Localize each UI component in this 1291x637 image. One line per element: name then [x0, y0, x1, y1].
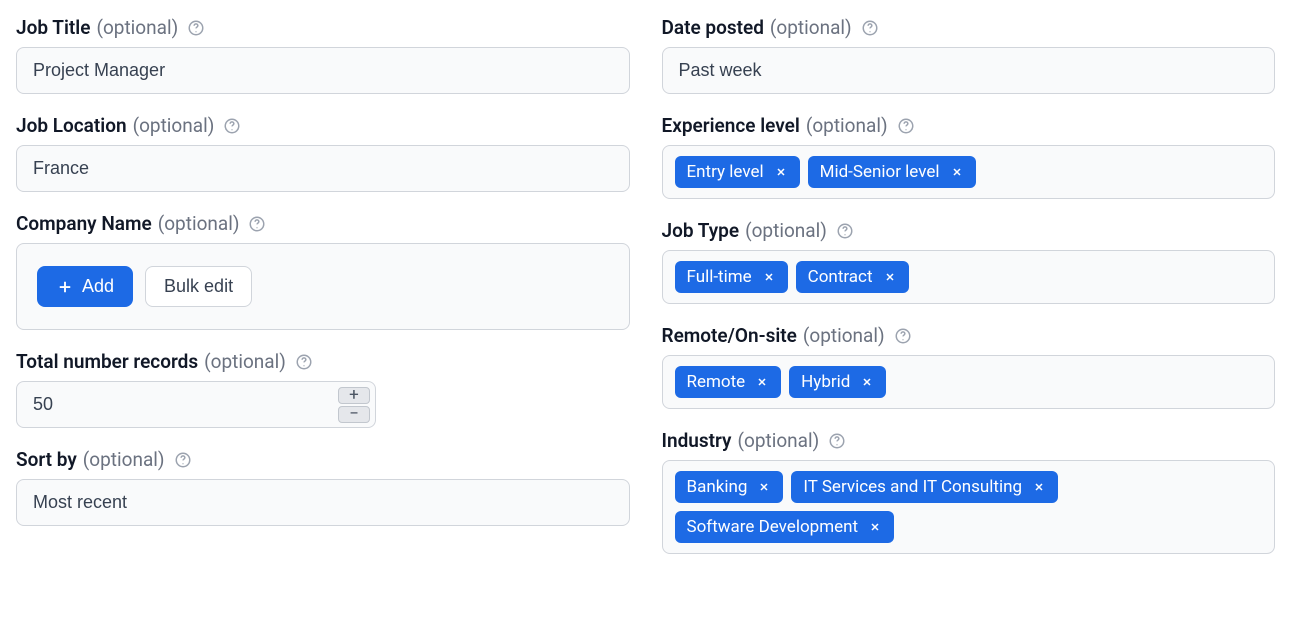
close-icon[interactable]	[950, 165, 964, 179]
bulk-edit-button[interactable]: Bulk edit	[145, 266, 252, 307]
help-icon[interactable]	[893, 326, 913, 346]
tag[interactable]: Remote	[675, 366, 782, 398]
optional-experience-level: (optional)	[806, 114, 888, 137]
field-job-location: Job Location (optional)	[16, 114, 630, 192]
tag[interactable]: Hybrid	[789, 366, 886, 398]
help-icon[interactable]	[827, 431, 847, 451]
total-records-input[interactable]	[16, 381, 376, 428]
help-icon[interactable]	[860, 18, 880, 38]
tag[interactable]: Banking	[675, 471, 784, 503]
label-job-type: Job Type	[662, 219, 740, 242]
tag[interactable]: IT Services and IT Consulting	[791, 471, 1058, 503]
tag-label: Full-time	[687, 267, 752, 287]
label-job-location: Job Location	[16, 114, 127, 137]
tag-label: Mid-Senior level	[820, 162, 940, 182]
label-experience-level: Experience level	[662, 114, 800, 137]
optional-remote-onsite: (optional)	[803, 324, 885, 347]
close-icon[interactable]	[1032, 480, 1046, 494]
field-sort-by: Sort by (optional)	[16, 448, 630, 526]
field-company-name: Company Name (optional) Add Bulk edit	[16, 212, 630, 330]
help-icon[interactable]	[247, 214, 267, 234]
field-job-type: Job Type (optional) Full-time Contract	[662, 219, 1276, 304]
optional-sort-by: (optional)	[83, 448, 165, 471]
close-icon[interactable]	[868, 520, 882, 534]
tag[interactable]: Full-time	[675, 261, 788, 293]
add-button[interactable]: Add	[37, 266, 133, 307]
experience-level-tags[interactable]: Entry level Mid-Senior level	[662, 145, 1276, 199]
stepper-down[interactable]: −	[338, 406, 370, 423]
optional-job-location: (optional)	[133, 114, 215, 137]
tag-label: IT Services and IT Consulting	[803, 477, 1022, 497]
field-job-title: Job Title (optional)	[16, 16, 630, 94]
job-title-input[interactable]	[16, 47, 630, 94]
job-location-input[interactable]	[16, 145, 630, 192]
label-sort-by: Sort by	[16, 448, 77, 471]
field-total-records: Total number records (optional) + −	[16, 350, 630, 428]
industry-tags[interactable]: Banking IT Services and IT Consulting Soft…	[662, 460, 1276, 554]
close-icon[interactable]	[757, 480, 771, 494]
tag-label: Entry level	[687, 162, 764, 182]
optional-total-records: (optional)	[204, 350, 286, 373]
field-remote-onsite: Remote/On-site (optional) Remote Hybrid	[662, 324, 1276, 409]
add-button-label: Add	[82, 276, 114, 297]
close-icon[interactable]	[762, 270, 776, 284]
help-icon[interactable]	[835, 221, 855, 241]
help-icon[interactable]	[222, 116, 242, 136]
close-icon[interactable]	[860, 375, 874, 389]
help-icon[interactable]	[294, 352, 314, 372]
optional-job-type: (optional)	[745, 219, 827, 242]
job-type-tags[interactable]: Full-time Contract	[662, 250, 1276, 304]
field-date-posted: Date posted (optional)	[662, 16, 1276, 94]
label-remote-onsite: Remote/On-site	[662, 324, 797, 347]
tag-label: Software Development	[687, 517, 859, 537]
remote-onsite-tags[interactable]: Remote Hybrid	[662, 355, 1276, 409]
tag-label: Remote	[687, 372, 746, 392]
help-icon[interactable]	[173, 450, 193, 470]
tag-label: Contract	[808, 267, 873, 287]
close-icon[interactable]	[883, 270, 897, 284]
optional-job-title: (optional)	[96, 16, 178, 39]
close-icon[interactable]	[774, 165, 788, 179]
company-name-box: Add Bulk edit	[16, 243, 630, 330]
tag[interactable]: Mid-Senior level	[808, 156, 976, 188]
optional-industry: (optional)	[737, 429, 819, 452]
label-job-title: Job Title	[16, 16, 90, 39]
tag[interactable]: Entry level	[675, 156, 800, 188]
optional-company-name: (optional)	[158, 212, 240, 235]
stepper-up[interactable]: +	[338, 387, 370, 404]
tag-label: Banking	[687, 477, 748, 497]
field-experience-level: Experience level (optional) Entry level M…	[662, 114, 1276, 199]
bulk-edit-button-label: Bulk edit	[164, 276, 233, 297]
tag[interactable]: Contract	[796, 261, 909, 293]
label-date-posted: Date posted	[662, 16, 764, 39]
optional-date-posted: (optional)	[770, 16, 852, 39]
label-total-records: Total number records	[16, 350, 198, 373]
tag[interactable]: Software Development	[675, 511, 895, 543]
date-posted-input[interactable]	[662, 47, 1276, 94]
plus-icon	[56, 278, 74, 296]
sort-by-input[interactable]	[16, 479, 630, 526]
label-industry: Industry	[662, 429, 732, 452]
close-icon[interactable]	[755, 375, 769, 389]
label-company-name: Company Name	[16, 212, 152, 235]
tag-label: Hybrid	[801, 372, 850, 392]
field-industry: Industry (optional) Banking IT Services a…	[662, 429, 1276, 554]
help-icon[interactable]	[896, 116, 916, 136]
help-icon[interactable]	[186, 18, 206, 38]
